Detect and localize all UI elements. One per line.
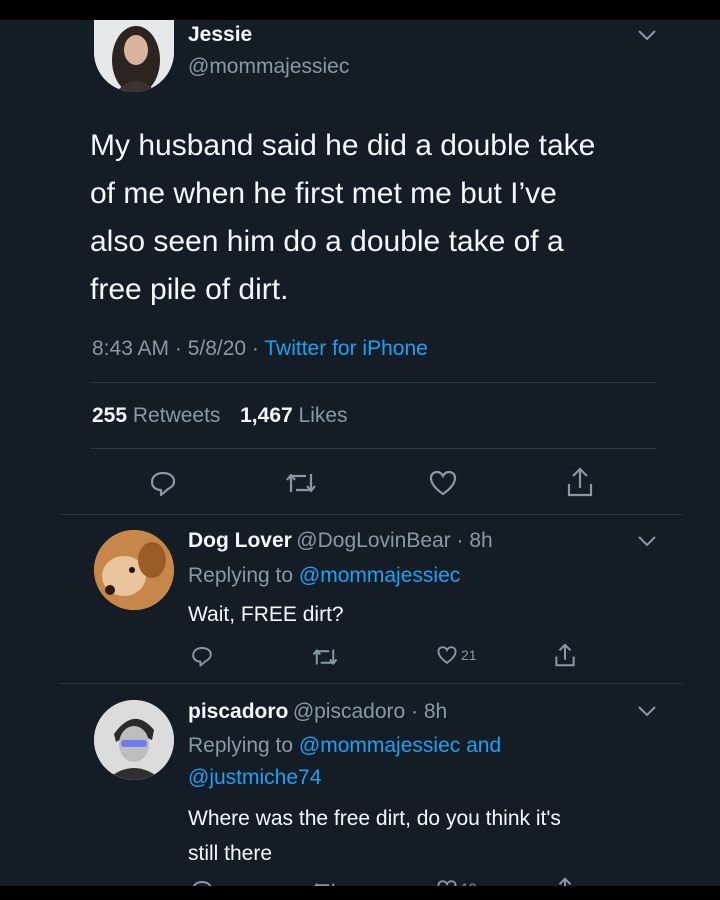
reply-text: Where was the free dirt, do you think it…	[188, 801, 561, 871]
replying-to-prefix: Replying to	[188, 564, 299, 587]
retweet-icon[interactable]	[311, 646, 339, 668]
like-icon[interactable]	[436, 879, 458, 886]
like-icon[interactable]	[436, 645, 458, 665]
share-icon[interactable]	[554, 642, 576, 668]
share-icon[interactable]	[566, 466, 594, 498]
reply-icon[interactable]	[190, 644, 214, 668]
divider	[60, 514, 682, 515]
reply-avatar[interactable]	[94, 700, 174, 780]
share-icon[interactable]	[554, 876, 576, 886]
divider	[90, 382, 656, 383]
reply-icon[interactable]	[148, 468, 178, 498]
reply-icon[interactable]	[190, 878, 214, 886]
reply-header: Dog Lover @DogLovinBear · 8h	[188, 529, 493, 553]
tweet-time: 8:43 AM · 5/8/20 ·	[92, 337, 265, 360]
chevron-down-icon[interactable]	[636, 28, 658, 47]
like-icon[interactable]	[428, 469, 458, 497]
author-handle[interactable]: @mommajessiec	[188, 55, 349, 79]
replying-to-handle[interactable]: @justmiche74	[188, 766, 321, 790]
retweet-count[interactable]: 255	[92, 404, 127, 427]
engagement-counts: 255 Retweets 1,467 Likes	[92, 404, 348, 428]
reply-author-handle[interactable]: @piscadoro · 8h	[293, 700, 447, 723]
reply-text: Wait, FREE dirt?	[188, 603, 344, 626]
like-count[interactable]: 1,467	[240, 404, 293, 427]
reply-author-name[interactable]: Dog Lover	[188, 529, 292, 552]
tweet-thread-screen: Jessie @mommajessiec My husband said he …	[0, 20, 720, 886]
author-name[interactable]: Jessie	[188, 23, 252, 47]
replying-to: Replying to @mommajessiec and	[188, 734, 501, 758]
reply-text-line: Where was the free dirt, do you think it…	[188, 807, 561, 830]
tweet-text-line: free pile of dirt.	[90, 273, 289, 306]
replying-to-handle[interactable]: @mommajessiec	[299, 564, 460, 587]
author-avatar[interactable]	[94, 20, 174, 92]
like-label[interactable]: Likes	[299, 404, 348, 427]
tweet-timestamp: 8:43 AM · 5/8/20 · Twitter for iPhone	[92, 337, 428, 361]
tweet-text: My husband said he did a double take of …	[90, 122, 690, 314]
replying-to-handle[interactable]: @mommajessiec and	[299, 734, 501, 757]
reply-text-line: still there	[188, 842, 273, 865]
retweet-icon[interactable]	[284, 470, 318, 496]
replying-to-prefix: Replying to	[188, 734, 299, 757]
reply-header: piscadoro @piscadoro · 8h	[188, 700, 447, 724]
reply-author-name[interactable]: piscadoro	[188, 700, 288, 723]
divider	[90, 448, 656, 449]
reply-like-count[interactable]: 21	[461, 647, 477, 663]
bottom-letterbox	[0, 886, 720, 900]
tweet-text-line: of me when he first met me but I’ve	[90, 177, 557, 210]
chevron-down-icon[interactable]	[636, 704, 658, 723]
reply-avatar[interactable]	[94, 530, 174, 610]
divider	[60, 683, 682, 684]
tweet-source-link[interactable]: Twitter for iPhone	[264, 337, 427, 360]
replying-to: Replying to @mommajessiec	[188, 564, 460, 588]
reply-author-handle[interactable]: @DogLovinBear · 8h	[296, 529, 492, 552]
tweet-text-line: My husband said he did a double take	[90, 129, 596, 162]
retweet-label[interactable]: Retweets	[133, 404, 221, 427]
chevron-down-icon[interactable]	[636, 534, 658, 553]
tweet-text-line: also seen him do a double take of a	[90, 225, 564, 258]
